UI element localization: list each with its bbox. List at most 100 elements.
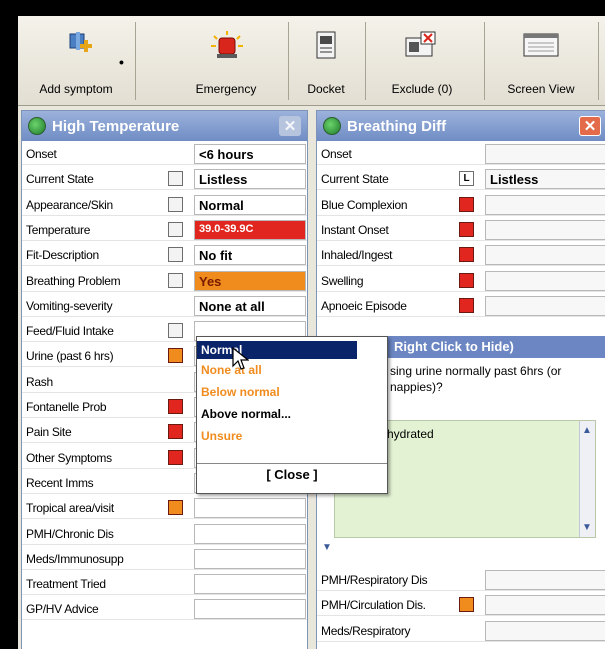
red-flag-box[interactable]	[168, 424, 183, 440]
symptom-label: Instant Onset	[321, 222, 389, 237]
symptom-row[interactable]: Vomiting-severity None at all	[22, 295, 307, 317]
dropdown-option[interactable]: Above normal...	[201, 407, 291, 421]
red-flag-box[interactable]	[459, 247, 474, 263]
symptom-row[interactable]: Onset <6 hours	[22, 143, 307, 165]
scroll-up-icon[interactable]: ▲	[582, 425, 592, 436]
symptom-row[interactable]: Inhaled/Ingest	[317, 244, 605, 267]
close-icon[interactable]: ✕	[279, 116, 301, 136]
grey-flag-box[interactable]	[168, 196, 183, 212]
grey-flag-box[interactable]	[168, 171, 183, 187]
docket-label: Docket	[307, 82, 345, 96]
dropdown-option[interactable]: Below normal	[201, 385, 280, 399]
add-symptom-button[interactable]: Add symptom	[18, 20, 134, 102]
grey-flag-box[interactable]	[168, 221, 183, 237]
toolbar-separator	[484, 22, 485, 100]
symptom-value-field[interactable]	[194, 548, 306, 569]
dropdown-divider	[197, 463, 387, 464]
siren-icon	[211, 31, 243, 58]
symptom-value-field[interactable]	[194, 498, 306, 519]
exclude-button[interactable]: Exclude (0)	[367, 20, 477, 102]
symptom-row[interactable]: Onset	[317, 143, 605, 165]
symptom-row[interactable]: Treatment Tried	[22, 573, 307, 596]
dropdown-option[interactable]: Unsure	[201, 429, 242, 443]
symptom-row[interactable]: Tropical area/visit	[22, 497, 307, 520]
red-flag-box[interactable]	[459, 297, 474, 313]
docket-button[interactable]: Docket	[290, 20, 362, 102]
symptom-label: Temperature	[26, 222, 91, 237]
symptom-row[interactable]: Apnoeic Episode	[317, 295, 605, 317]
symptom-value-field[interactable]	[485, 245, 605, 266]
close-icon[interactable]: ✕	[579, 116, 601, 136]
symptom-row[interactable]: PMH/Respiratory Dis	[317, 569, 605, 591]
grey-flag-box[interactable]	[168, 247, 183, 263]
symptom-value-field[interactable]: Normal	[194, 194, 306, 215]
symptom-label: Recent Imms	[26, 475, 94, 490]
symptom-row[interactable]: Instant Onset	[317, 219, 605, 241]
notes-scrollbar[interactable]: ▲ ▼	[579, 421, 595, 537]
red-flag-box[interactable]	[168, 399, 183, 414]
symptom-row[interactable]: Temperature 39.0-39.9C	[22, 219, 307, 241]
orange-flag-box[interactable]	[168, 348, 183, 364]
mouse-cursor-icon	[232, 347, 249, 370]
symptom-row[interactable]: Meds/Respiratory	[317, 620, 605, 642]
red-flag-box[interactable]	[459, 196, 474, 212]
symptom-row[interactable]: Meds/Immunosupp	[22, 548, 307, 570]
grey-flag-box[interactable]	[168, 272, 183, 288]
symptom-value-field[interactable]	[485, 270, 605, 291]
symptom-label: Rash	[26, 374, 53, 389]
symptom-value-field[interactable]	[194, 523, 306, 544]
symptom-label: Blue Complexion	[321, 197, 408, 212]
symptom-row[interactable]: Appearance/Skin Normal	[22, 194, 307, 216]
toolbar: Add symptom • Emergency Docket Exclude (…	[18, 16, 605, 106]
symptom-value-field[interactable]	[485, 144, 605, 164]
symptom-value-field[interactable]: 39.0-39.9C	[194, 219, 306, 240]
symptom-value-field[interactable]	[485, 570, 605, 590]
symptom-value-field[interactable]	[194, 574, 306, 595]
symptom-value-field[interactable]: <6 hours	[194, 144, 306, 164]
symptom-row[interactable]: Swelling	[317, 270, 605, 292]
symptom-value-field[interactable]	[485, 194, 605, 215]
panel-title-bar[interactable]: High Temperature ✕	[22, 111, 307, 141]
symptom-value-field[interactable]	[485, 595, 605, 616]
symptom-row[interactable]: Blue Complexion	[317, 194, 605, 216]
add-symptom-dropdown-arrow-icon[interactable]: •	[119, 54, 124, 70]
symptom-value-field[interactable]	[485, 620, 605, 641]
red-flag-box[interactable]	[459, 221, 474, 237]
symptom-value-field[interactable]: No fit	[194, 245, 306, 266]
screen-view-button[interactable]: Screen View	[488, 20, 594, 102]
red-flag-box[interactable]	[459, 272, 474, 288]
symptom-value-field[interactable]: Yes	[194, 270, 306, 291]
symptom-row[interactable]: Current State Listless	[22, 168, 307, 191]
symptom-label: Pain Site	[26, 425, 72, 440]
panel-title-bar[interactable]: Breathing Diff ✕	[317, 111, 605, 141]
symptom-value-field[interactable]: Listless	[485, 169, 605, 190]
dropdown-option[interactable]: Normal	[197, 341, 357, 359]
dropdown-close-button[interactable]: [ Close ]	[197, 467, 387, 482]
symptom-row[interactable]: GP/HV Advice	[22, 598, 307, 621]
grey-flag-box[interactable]	[168, 323, 183, 339]
symptom-row[interactable]: Fit-Description No fit	[22, 244, 307, 267]
symptom-value-field[interactable]: None at all	[194, 295, 306, 316]
orange-flag-box[interactable]	[168, 500, 183, 516]
orange-flag-box[interactable]	[459, 597, 474, 613]
docket-icon	[316, 31, 336, 59]
symptom-row[interactable]: Current State L Listless	[317, 168, 605, 191]
symptom-label: Tropical area/visit	[26, 501, 114, 516]
symptom-row[interactable]: Breathing Problem Yes	[22, 270, 307, 292]
symptom-label: PMH/Circulation Dis.	[321, 598, 426, 613]
symptom-value-field[interactable]: Listless	[194, 169, 306, 190]
expand-down-icon[interactable]: ▼	[322, 542, 332, 553]
emergency-button[interactable]: Emergency	[176, 20, 276, 102]
symptom-value-field[interactable]	[485, 295, 605, 316]
scroll-down-icon[interactable]: ▼	[582, 522, 592, 533]
popup-question-line2: nappies)?	[390, 380, 443, 394]
l-marker-box[interactable]: L	[459, 171, 474, 187]
symptom-label: Urine (past 6 hrs)	[26, 349, 114, 364]
popup-title-bar[interactable]: Right Click to Hide)	[388, 336, 605, 358]
symptom-label: Current State	[321, 172, 389, 187]
symptom-value-field[interactable]	[485, 219, 605, 240]
red-flag-box[interactable]	[168, 449, 183, 465]
symptom-row[interactable]: PMH/Circulation Dis.	[317, 594, 605, 617]
symptom-row[interactable]: PMH/Chronic Dis	[22, 523, 307, 545]
symptom-value-field[interactable]	[194, 599, 306, 620]
